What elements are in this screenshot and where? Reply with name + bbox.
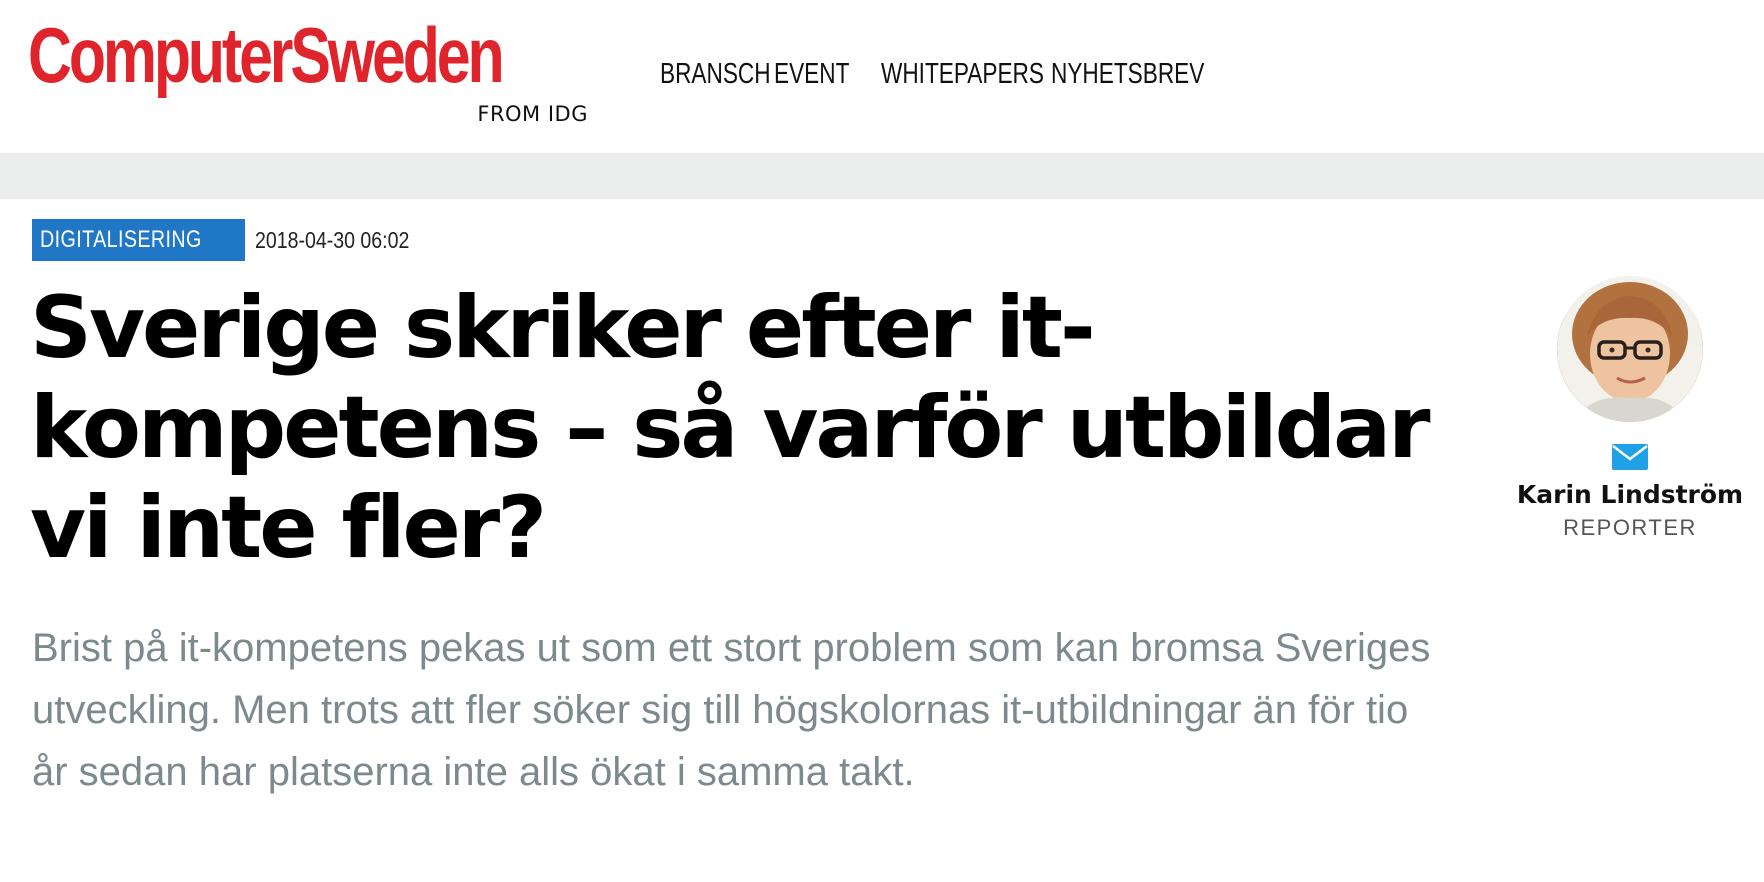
nav-item-whitepapers[interactable]: WHITEPAPERS (881, 58, 1044, 91)
nav-item-event[interactable]: EVENT (774, 58, 849, 91)
site-header: ComputerSweden FROM IDG BRANSCH EVENT WH… (0, 0, 1764, 153)
article-title: Sverige skriker efter it-kompetens – så … (30, 278, 1431, 578)
avatar-portrait (1557, 276, 1703, 422)
article-date: 2018-04-30 06:02 (255, 226, 410, 253)
logo-wordmark: ComputerSweden (28, 11, 505, 99)
category-label: DIGITALISERING (40, 226, 202, 253)
category-tag[interactable]: DIGITALISERING (32, 219, 246, 261)
author-avatar[interactable] (1557, 276, 1703, 422)
mail-icon[interactable] (1612, 444, 1648, 470)
author-name[interactable]: Karin Lindström (1500, 480, 1760, 509)
nav-item-nyhetsbrev[interactable]: NYHETSBREV (1051, 58, 1204, 91)
author-box: Karin Lindström REPORTER (1500, 276, 1760, 541)
article-meta: DIGITALISERING 2018-04-30 06:02 (32, 219, 437, 261)
author-role: REPORTER (1563, 515, 1697, 540)
logo-subtitle: FROM IDG (477, 102, 588, 126)
header-divider-band (0, 153, 1764, 199)
site-logo[interactable]: ComputerSweden FROM IDG (28, 10, 588, 130)
article-lead: Brist på it-kompetens pekas ut som ett s… (32, 626, 1431, 794)
nav-item-bransch[interactable]: BRANSCH (660, 58, 771, 91)
